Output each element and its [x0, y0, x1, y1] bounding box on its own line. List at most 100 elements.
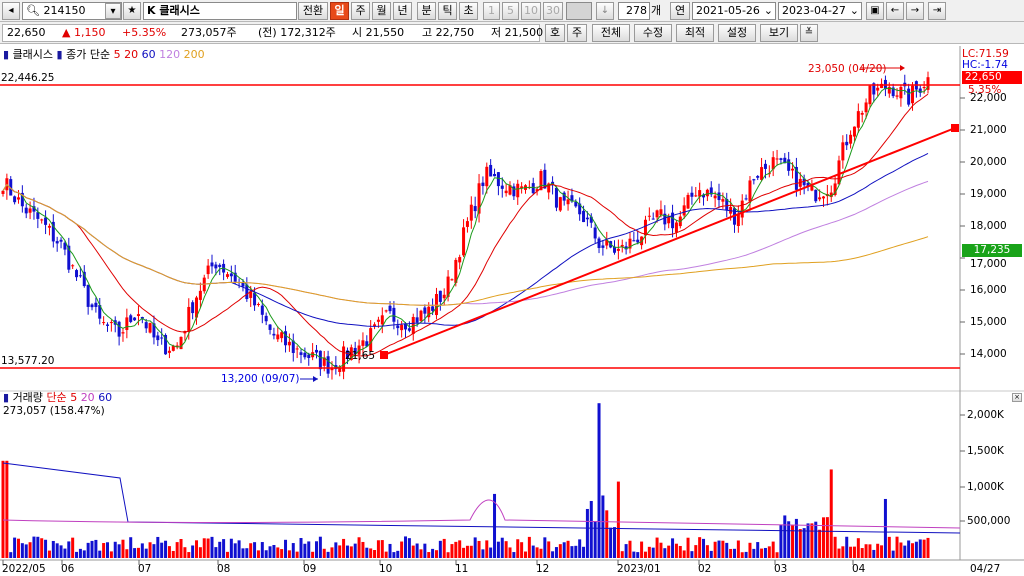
volume-bar [152, 544, 156, 558]
candle-body [400, 324, 404, 331]
volume-bar [574, 545, 578, 558]
volume-bar [798, 529, 802, 558]
volume-bar [268, 546, 272, 558]
price-tick: 15,000 [970, 316, 1007, 328]
time-tick: 07 [138, 563, 152, 575]
volume-bar [303, 543, 307, 558]
candle-body [179, 336, 183, 350]
volume-bar [253, 542, 257, 558]
annotations [0, 65, 960, 382]
volume-bar [322, 548, 326, 558]
volume-bar [682, 550, 686, 558]
volume-bar [102, 543, 106, 558]
volume-bar [191, 545, 195, 558]
legend-marker: ▮ [3, 391, 10, 404]
time-tick: 04 [852, 563, 866, 575]
candle-body [160, 337, 164, 339]
candle-body [280, 332, 284, 339]
candle-body [462, 227, 466, 256]
panel-close-icon[interactable]: × [1012, 393, 1022, 402]
volume-bar [40, 538, 44, 558]
volume-bar [9, 552, 13, 558]
volume-bar [369, 548, 373, 558]
candle-body [94, 302, 98, 307]
candle-body [198, 290, 202, 300]
volume-bar [732, 548, 736, 558]
volume-bar [71, 537, 75, 558]
volume-bar [98, 550, 102, 558]
volume-bar [373, 550, 377, 558]
candle-body [760, 167, 764, 180]
volume-bar [287, 550, 291, 558]
volume-bar [678, 545, 682, 558]
candle-body [125, 317, 129, 330]
high-annotation: 23,050 (04/20) [808, 63, 887, 75]
price-tick: 21,000 [970, 124, 1007, 136]
ma-line-5 [2, 86, 929, 368]
volume-bar [380, 540, 384, 558]
volume-value: 273,057 (158.47%) [3, 405, 105, 417]
candle-body [133, 317, 137, 321]
volume-bar [578, 539, 582, 558]
volume-bar [709, 550, 713, 558]
volume-bar [690, 551, 694, 558]
volume-bar [593, 521, 597, 558]
volume-bar [144, 548, 148, 558]
price-legend: ▮ 클래시스 ▮ 종가 단순 5 20 60 120 200 [3, 48, 205, 61]
volume-bar [198, 547, 202, 558]
legend-ma120: 120 [159, 48, 181, 61]
volume-bar [63, 548, 67, 558]
volume-bar [547, 541, 551, 558]
volume-bar [705, 545, 709, 558]
candle-body [434, 294, 438, 316]
volume-bar [613, 527, 617, 558]
candle-body [601, 245, 605, 248]
volume-bar [264, 550, 268, 558]
volume-bar [148, 542, 152, 558]
legend-marker: ▮ [3, 48, 10, 61]
volume-bar [245, 548, 249, 558]
volume-bar [907, 540, 911, 558]
volume-bar [400, 541, 404, 558]
candle-body [44, 217, 48, 225]
candle-body [493, 173, 497, 177]
volume-bar [883, 498, 887, 558]
volume-bar [171, 550, 175, 558]
legend-ma200: 200 [183, 48, 205, 61]
candle-body [287, 341, 291, 346]
candle-body [682, 205, 686, 216]
volume-bar [601, 495, 605, 558]
time-tick: 08 [217, 563, 231, 575]
volume-bar [195, 540, 199, 558]
candle-body [36, 212, 40, 219]
legend-marker: ▮ [56, 48, 63, 61]
chart-canvas[interactable] [0, 0, 1024, 576]
candle-body [643, 219, 647, 236]
volume-bar [179, 539, 183, 558]
volume-bar [570, 546, 574, 558]
volume-bar [210, 536, 214, 558]
volume-bar [396, 550, 400, 558]
candle-body [419, 310, 423, 321]
volume-bar [438, 540, 442, 558]
volume-bar [105, 542, 109, 558]
candle-body [500, 185, 504, 189]
volume-bar [326, 551, 330, 558]
volume-bar [899, 542, 903, 558]
volume-bar [736, 540, 740, 558]
candle-body [384, 310, 388, 312]
candle-body [117, 321, 121, 337]
volume-bar [59, 545, 63, 558]
volume-bar [365, 547, 369, 558]
volume-bar [260, 542, 264, 558]
volume-bar [802, 528, 806, 558]
volume-bar [814, 521, 818, 558]
candle-body [686, 194, 690, 209]
volume-bar [225, 551, 229, 558]
volume-bar [404, 536, 408, 558]
volume-bar [543, 537, 547, 558]
candle-body [814, 189, 818, 202]
volume-bar [918, 539, 922, 558]
volume-bar [434, 550, 438, 558]
volume-bar [624, 544, 628, 558]
